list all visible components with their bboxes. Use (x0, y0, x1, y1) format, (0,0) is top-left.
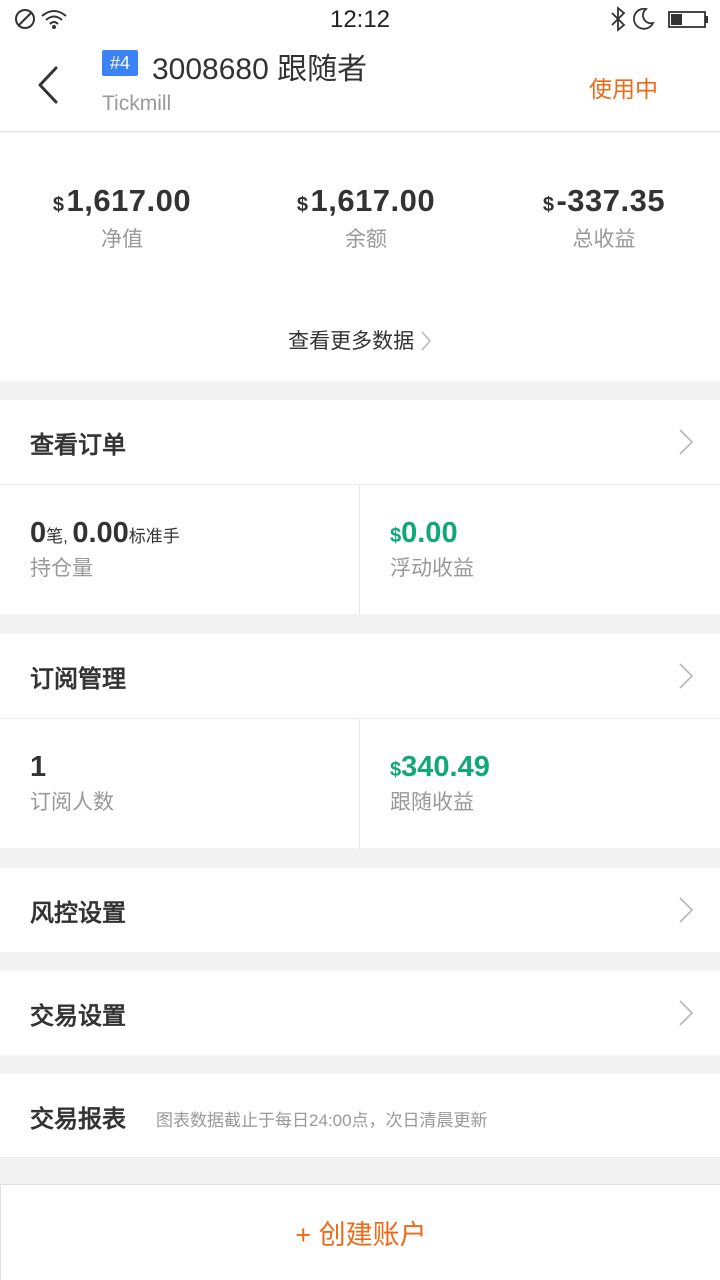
trade-report-note: 图表数据截止于每日24:00点，次日清晨更新 (156, 1111, 488, 1130)
view-orders-title: 查看订单 (30, 432, 126, 459)
account-index-badge: #4 (102, 50, 139, 76)
account-title: 3008680 跟随者 (152, 53, 368, 86)
back-button[interactable] (28, 60, 72, 110)
subscribers-label: 订阅人数 (30, 791, 114, 814)
divider (359, 485, 360, 615)
chevron-right-icon (679, 663, 694, 689)
currency-symbol: $ (390, 525, 402, 547)
trade-settings-row[interactable]: 交易设置 (0, 971, 720, 1055)
chevron-right-icon (679, 1000, 694, 1026)
bottom-bar: + 创建账户 (0, 1184, 720, 1280)
positions-cell: 0笔, 0.00标准手 持仓量 (30, 517, 180, 582)
chevron-right-icon (421, 331, 431, 351)
subscription-summary: 1 订阅人数 $340.49 跟随收益 (0, 718, 720, 849)
account-status[interactable]: 使用中 (589, 70, 658, 104)
floating-profit-label: 浮动收益 (390, 557, 474, 580)
orders-summary: 0笔, 0.00标准手 持仓量 $0.00 浮动收益 (0, 484, 720, 615)
currency-symbol: $ (390, 759, 402, 781)
subscribers-count: 1 (30, 751, 47, 783)
floating-profit-cell: $0.00 浮动收益 (390, 517, 474, 582)
trade-report-title: 交易报表 (30, 1106, 126, 1133)
positions-unit: 笔, (46, 527, 68, 546)
trade-settings-title: 交易设置 (30, 1003, 126, 1030)
currency-symbol: $ (542, 194, 555, 216)
balance-label: 余额 (345, 228, 387, 251)
moon-icon (633, 7, 655, 30)
lots-unit: 标准手 (128, 527, 180, 546)
trade-report-row: 交易报表 图表数据截止于每日24:00点，次日清晨更新 (0, 1074, 720, 1158)
positions-label: 持仓量 (30, 557, 93, 580)
follow-profit-label: 跟随收益 (390, 791, 474, 814)
broker-name: Tickmill (102, 92, 172, 115)
currency-symbol: $ (52, 194, 65, 216)
view-more-data-link[interactable]: 查看更多数据 (0, 325, 720, 355)
equity-value: 1,617.00 (66, 183, 192, 218)
stat-balance: $1,617.00 余额 (246, 183, 486, 253)
view-more-data-label: 查看更多数据 (288, 330, 415, 353)
risk-settings-row[interactable]: 风控设置 (0, 868, 720, 952)
subscribers-cell: 1 订阅人数 (30, 751, 114, 816)
balance-value: 1,617.00 (310, 183, 436, 218)
follow-profit-value: 340.49 (401, 751, 490, 783)
create-account-button[interactable]: + 创建账户 (1, 1213, 720, 1252)
lots-value: 0.00 (72, 517, 129, 549)
subscription-management-title: 订阅管理 (30, 666, 126, 693)
total-profit-label: 总收益 (572, 228, 636, 251)
follow-profit-cell: $340.49 跟随收益 (390, 751, 490, 816)
equity-label: 净值 (101, 228, 143, 251)
chevron-right-icon (679, 429, 694, 455)
status-bar: 12:12 (0, 0, 720, 40)
currency-symbol: $ (296, 194, 309, 216)
stat-total-profit: $-337.35 总收益 (484, 183, 720, 253)
header: #4 3008680 跟随者 Tickmill 使用中 (0, 40, 720, 132)
floating-profit-value: 0.00 (401, 517, 458, 549)
view-orders-row[interactable]: 查看订单 (0, 400, 720, 484)
risk-settings-title: 风控设置 (30, 900, 126, 927)
divider (359, 719, 360, 849)
subscription-management-row[interactable]: 订阅管理 (0, 634, 720, 718)
positions-count: 0 (30, 517, 47, 549)
account-stats-card: $1,617.00 净值 $1,617.00 余额 $-337.35 总收益 查… (0, 133, 720, 381)
bluetooth-icon (611, 6, 626, 32)
chevron-right-icon (679, 897, 694, 923)
stat-equity: $1,617.00 净值 (2, 183, 242, 253)
total-profit-value: -337.35 (556, 183, 666, 218)
battery-icon (668, 11, 708, 28)
